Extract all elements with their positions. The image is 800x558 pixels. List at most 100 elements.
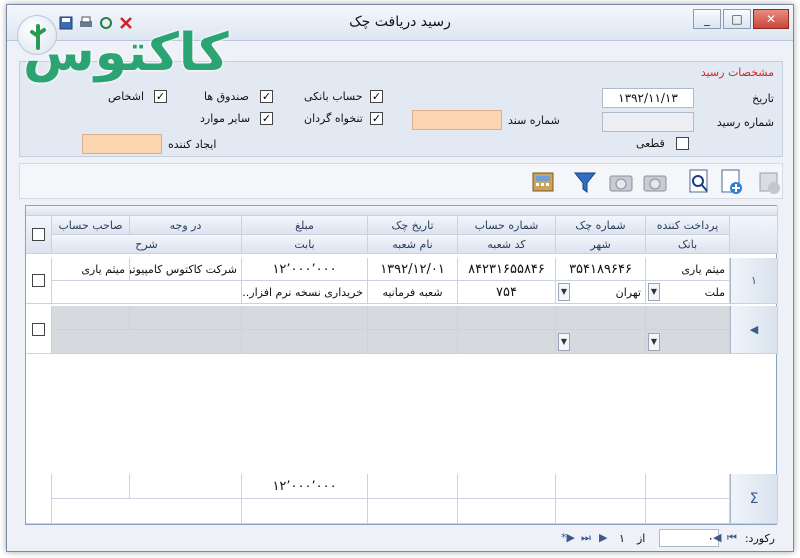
new-cell-check-number[interactable] — [556, 306, 646, 330]
camera-icon[interactable] — [606, 167, 636, 197]
city-dropdown-button[interactable]: ▼ — [558, 283, 570, 301]
footer-spacer — [26, 474, 52, 524]
header-payer[interactable]: پرداخت کننده — [646, 216, 730, 235]
footer-check-number — [556, 474, 646, 499]
cell-account-owner[interactable]: میثم یاری — [52, 258, 130, 281]
creator-field[interactable] — [82, 134, 162, 154]
row-select-checkbox[interactable] — [32, 274, 45, 287]
footer-for — [242, 499, 368, 524]
footer-branch-name — [368, 499, 458, 524]
prev-record-icon[interactable]: ◀ — [713, 531, 721, 544]
new-city-dropdown-button[interactable]: ▼ — [558, 333, 570, 351]
footer-bank — [646, 499, 730, 524]
cell-branch-code[interactable]: ۷۵۴ — [458, 281, 556, 304]
document-number-field[interactable] — [412, 110, 502, 130]
records-label: رکورد: — [744, 532, 775, 545]
search-document-icon[interactable] — [684, 167, 714, 197]
new-record-icon[interactable]: ▶* — [561, 531, 575, 544]
persons-checkbox[interactable]: ✓ — [154, 90, 167, 103]
cell-payer[interactable]: میثم یاری — [646, 258, 730, 281]
new-cell-for[interactable] — [242, 330, 368, 354]
date-field[interactable]: ۱۳۹۲/۱۱/۱۳ — [602, 88, 694, 108]
sum-indicator: Σ — [730, 474, 778, 524]
header-description[interactable]: شرح — [52, 235, 242, 254]
header-branch-name[interactable]: نام شعبه — [368, 235, 458, 254]
petty-cash-checkbox[interactable]: ✓ — [370, 112, 383, 125]
header-branch-code[interactable]: کد شعبه — [458, 235, 556, 254]
final-checkbox[interactable] — [676, 137, 689, 150]
header-account-owner[interactable]: صاحب حساب — [52, 216, 130, 235]
cell-payee[interactable]: شرکت کاکتوس کامپیوتر — [130, 258, 242, 281]
cell-description[interactable] — [52, 281, 242, 304]
close-button[interactable]: ✕ — [753, 9, 789, 29]
camera-secondary-icon[interactable] — [640, 167, 670, 197]
add-document-icon[interactable] — [716, 167, 746, 197]
new-cell-payer[interactable] — [646, 306, 730, 330]
other-checkbox[interactable]: ✓ — [260, 112, 273, 125]
cell-check-number[interactable]: ۳۵۴۱۸۹۶۴۶ — [556, 258, 646, 281]
footer-payee — [130, 474, 242, 499]
cell-city-value: تهران — [615, 286, 641, 299]
new-row-select-cell — [26, 306, 52, 354]
remove-icon[interactable] — [754, 167, 784, 197]
section-title: مشخصات رسید — [700, 66, 774, 79]
select-all-cell — [26, 216, 52, 254]
header-check-number[interactable]: شماره چک — [556, 216, 646, 235]
current-record-field[interactable]: ۰ — [659, 529, 719, 547]
cell-amount[interactable]: ۱۲٬۰۰۰٬۰۰۰ — [242, 258, 368, 281]
receipt-window: رسید دریافت چک _ □ ✕ مشخصات رسید تاریخ ۱… — [6, 4, 794, 552]
date-label: تاریخ — [752, 92, 774, 105]
new-cell-check-date[interactable] — [368, 306, 458, 330]
title-bar: رسید دریافت چک _ □ ✕ — [7, 5, 793, 41]
footer-payer — [646, 474, 730, 499]
cell-branch-name[interactable]: شعبه فرمانیه — [368, 281, 458, 304]
checks-grid: پرداخت کننده شماره چک شماره حساب تاریخ چ… — [25, 205, 778, 525]
grid-toolbar — [19, 163, 783, 199]
receipt-number-label: شماره رسید — [716, 116, 774, 129]
filter-icon[interactable] — [570, 167, 600, 197]
header-bank[interactable]: بانک — [646, 235, 730, 254]
footer-branch-code — [458, 499, 556, 524]
of-label: از — [637, 532, 646, 545]
footer-account-owner — [52, 474, 130, 499]
grid-top-strip — [26, 206, 778, 216]
calculator-icon[interactable] — [528, 167, 558, 197]
persons-label: اشخاص — [108, 90, 145, 103]
creator-label: ایجاد کننده — [168, 138, 217, 151]
new-cell-payee[interactable] — [130, 306, 242, 330]
cell-check-date[interactable]: ۱۳۹۲/۱۲/۰۱ — [368, 258, 458, 281]
new-cell-account-number[interactable] — [458, 306, 556, 330]
header-check-date[interactable]: تاریخ چک — [368, 216, 458, 235]
new-cell-amount[interactable] — [242, 306, 368, 330]
cash-box-checkbox[interactable]: ✓ — [260, 90, 273, 103]
bank-dropdown-button[interactable]: ▼ — [648, 283, 660, 301]
new-cell-account-owner[interactable] — [52, 306, 130, 330]
new-cell-description[interactable] — [52, 330, 242, 354]
bank-account-checkbox[interactable]: ✓ — [370, 90, 383, 103]
cell-account-number[interactable]: ۸۴۲۳۱۶۵۵۸۴۶ — [458, 258, 556, 281]
header-account-number[interactable]: شماره حساب — [458, 216, 556, 235]
header-amount[interactable]: مبلغ — [242, 216, 368, 235]
final-label: قطعی — [636, 137, 665, 150]
new-cell-branch-code[interactable] — [458, 330, 556, 354]
first-record-icon[interactable]: ⏮ — [727, 531, 737, 545]
document-number-label: شماره سند — [508, 114, 560, 127]
footer-amount-total: ۱۲٬۰۰۰٬۰۰۰ — [242, 474, 368, 499]
new-row-indicator: ◀ — [730, 306, 778, 354]
receipt-number-field[interactable] — [602, 112, 694, 132]
header-city[interactable]: شهر — [556, 235, 646, 254]
cell-for[interactable]: خریداری نسخه نرم افزار... — [242, 281, 368, 304]
header-payee[interactable]: در وجه — [130, 216, 242, 235]
select-all-checkbox[interactable] — [32, 228, 45, 241]
next-record-icon[interactable]: ▶ — [599, 531, 607, 544]
cash-box-label: صندوق ها — [204, 90, 249, 103]
new-cell-branch-name[interactable] — [368, 330, 458, 354]
new-bank-dropdown-button[interactable]: ▼ — [648, 333, 660, 351]
header-for[interactable]: بابت — [242, 235, 368, 254]
minimize-button[interactable]: _ — [693, 9, 721, 29]
petty-cash-label: تنخواه گردان — [304, 112, 363, 125]
maximize-button[interactable]: □ — [723, 9, 751, 29]
footer-description — [52, 499, 242, 524]
new-row-select-checkbox[interactable] — [32, 323, 45, 336]
last-record-icon[interactable]: ⏭ — [581, 531, 591, 545]
